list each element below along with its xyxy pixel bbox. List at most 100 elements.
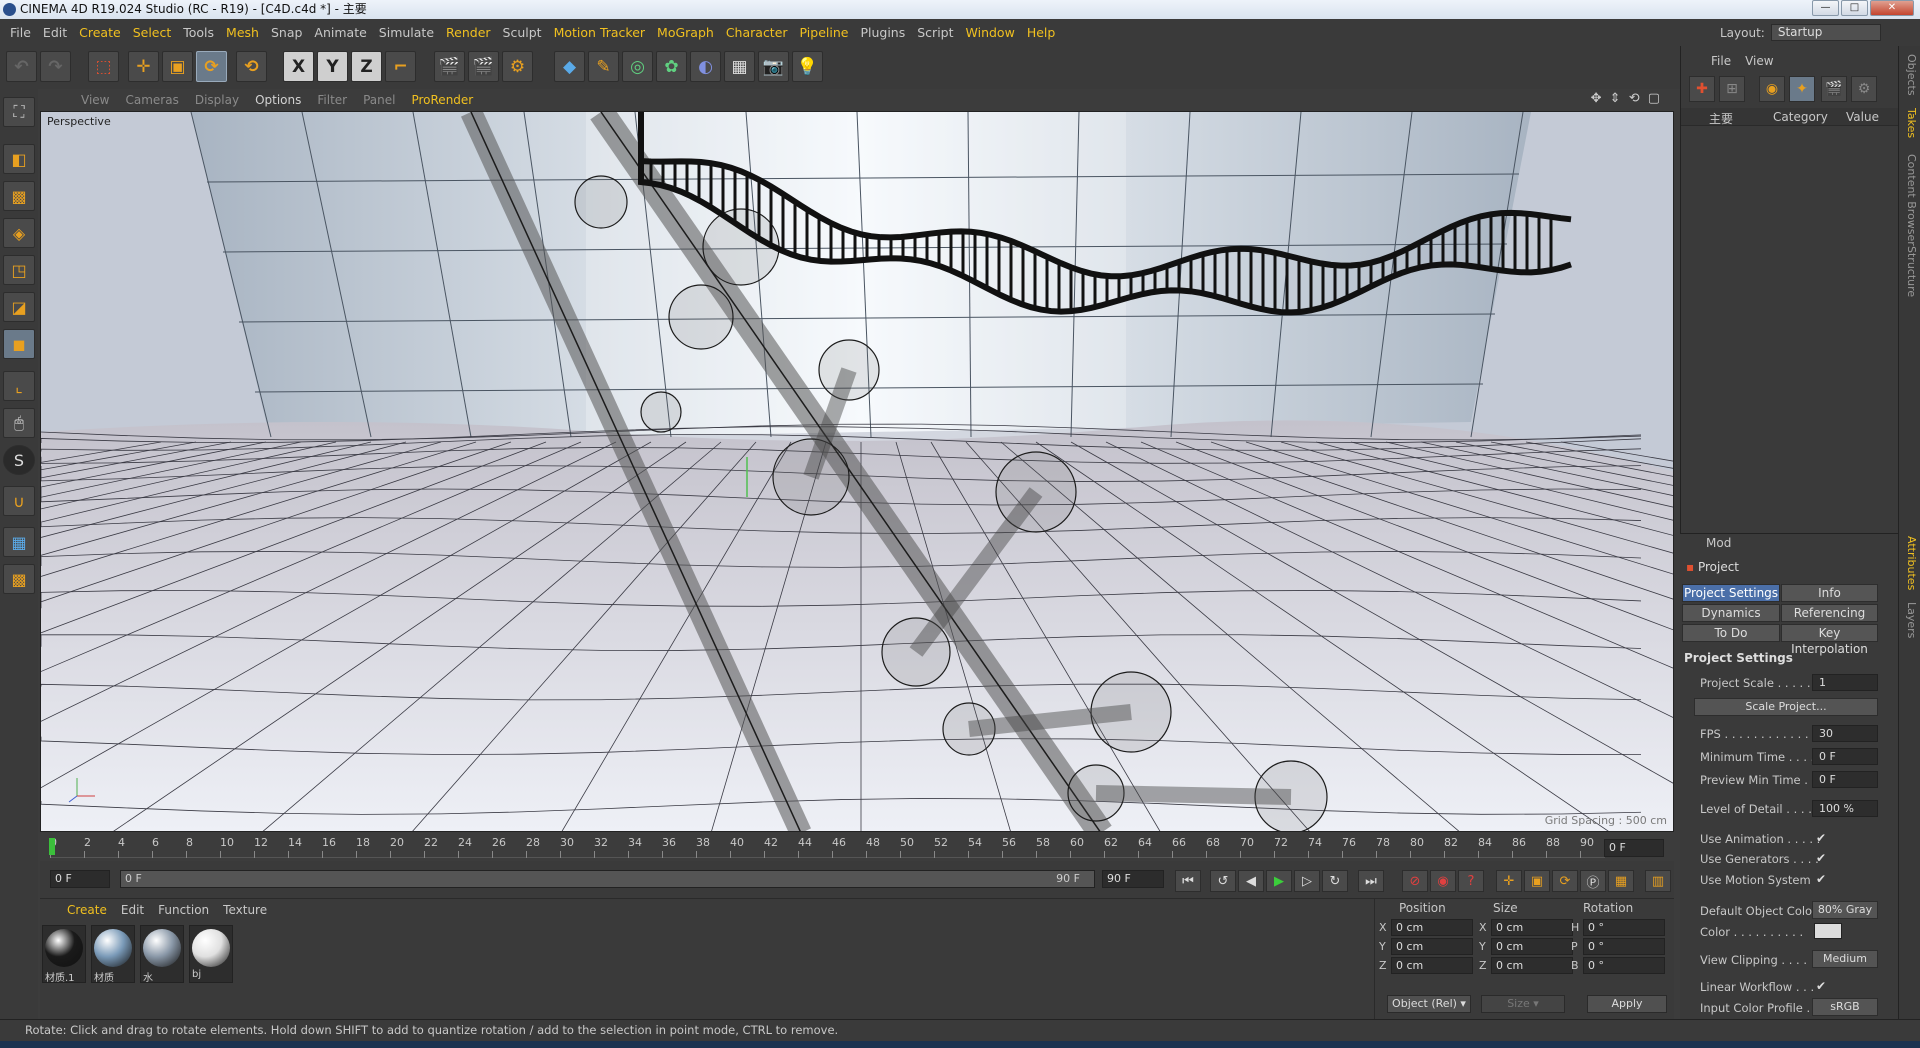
frame-range-slider[interactable]: 0 F 90 F [120, 870, 1095, 888]
start-frame-field[interactable]: 0 F [50, 870, 110, 888]
coordinate-mode-dropdown[interactable]: Object (Rel) ▾ [1387, 995, 1471, 1013]
material-swatch[interactable]: bj [189, 925, 233, 983]
input-color-profile-dropdown[interactable]: sRGB [1812, 998, 1878, 1016]
viewport-menu-filter[interactable]: Filter [309, 93, 355, 107]
color-swatch[interactable] [1814, 923, 1842, 939]
snap-icon[interactable]: ∪ [3, 486, 35, 516]
rotation-field[interactable]: 0 ° [1583, 919, 1665, 936]
menu-character[interactable]: Character [720, 25, 794, 40]
default-object-color-dropdown[interactable]: 80% Gray [1812, 901, 1878, 919]
recent-tools-icon[interactable]: ⟲ [236, 51, 267, 82]
keyframe-selection-icon[interactable]: ? [1458, 870, 1484, 892]
subdivision-icon[interactable]: ◎ [622, 51, 653, 82]
objects-view-menu[interactable]: View [1745, 54, 1773, 68]
position-field[interactable]: 0 cm [1391, 957, 1473, 974]
menu-create[interactable]: Create [73, 25, 127, 40]
viewport-menu-options[interactable]: Options [247, 93, 309, 107]
menu-snap[interactable]: Snap [265, 25, 308, 40]
rotation-field[interactable]: 0 ° [1583, 957, 1665, 974]
menu-tools[interactable]: Tools [177, 25, 220, 40]
x-axis-lock-button[interactable]: X [283, 51, 314, 82]
menu-pipeline[interactable]: Pipeline [794, 25, 855, 40]
light-icon[interactable]: 💡 [792, 51, 823, 82]
tweak-mode-icon[interactable]: 🖱 [3, 408, 35, 438]
record-position-icon[interactable]: ✛ [1496, 870, 1522, 892]
close-button[interactable]: ✕ [1870, 0, 1914, 16]
record-keys-icon[interactable]: ⊘ [1402, 870, 1428, 892]
tab-takes[interactable]: Takes [1901, 108, 1918, 138]
material-menu-texture[interactable]: Texture [216, 903, 274, 917]
timeline[interactable]: 0246810121416182022242628303234363840424… [40, 834, 1674, 861]
fps-field[interactable]: 30 [1812, 725, 1878, 742]
tab-referencing[interactable]: Referencing [1781, 604, 1878, 622]
scale-project-button[interactable]: Scale Project... [1694, 698, 1878, 716]
view-clipping-dropdown[interactable]: Medium [1812, 950, 1878, 968]
move-tool-icon[interactable]: ✛ [128, 51, 159, 82]
position-field[interactable]: 0 cm [1391, 919, 1473, 936]
use-motion-system-checkbox[interactable]: ✔ [1816, 872, 1826, 886]
tab-layers[interactable]: Layers [1901, 602, 1918, 638]
material-swatch[interactable]: 材质.1 [42, 925, 86, 984]
objects-file-menu[interactable]: File [1711, 54, 1731, 68]
record-scale-icon[interactable]: ▣ [1524, 870, 1550, 892]
record-parameter-icon[interactable]: Ⓟ [1580, 870, 1606, 892]
deformer-icon[interactable]: ◐ [690, 51, 721, 82]
timeline-window-icon[interactable]: ▥ [1645, 870, 1671, 892]
make-editable-icon[interactable]: ⛶ [3, 97, 35, 127]
polygons-mode-icon[interactable]: ◼ [3, 329, 35, 359]
material-swatch[interactable]: 水 [140, 925, 184, 984]
camera-icon[interactable]: 📷 [758, 51, 789, 82]
tab-project-settings[interactable]: Project Settings [1682, 584, 1780, 602]
apply-button[interactable]: Apply [1587, 995, 1667, 1013]
viewport-menu-cameras[interactable]: Cameras [117, 93, 186, 107]
size-mode-dropdown[interactable]: Size ▾ [1481, 995, 1565, 1013]
locked-workplane-icon[interactable]: ▩ [3, 564, 35, 594]
menu-motion-tracker[interactable]: Motion Tracker [548, 25, 651, 40]
viewport-menu-prorender[interactable]: ProRender [403, 93, 481, 107]
previous-frame-icon[interactable]: ◀ [1238, 870, 1264, 892]
next-frame-icon[interactable]: ▷ [1294, 870, 1320, 892]
menu-animate[interactable]: Animate [308, 25, 372, 40]
menu-mograph[interactable]: MoGraph [651, 25, 720, 40]
minimum-time-field[interactable]: 0 F [1812, 748, 1878, 765]
points-mode-icon[interactable]: ◳ [3, 255, 35, 285]
next-key-icon[interactable]: ↻ [1322, 870, 1348, 892]
menu-edit[interactable]: Edit [37, 25, 73, 40]
rotate-tool-icon[interactable]: ⟳ [196, 51, 227, 82]
tab-to-do[interactable]: To Do [1682, 624, 1780, 642]
render-view-icon[interactable]: 🎬 [434, 51, 465, 82]
undo-icon[interactable]: ↶ [6, 51, 37, 82]
pen-spline-icon[interactable]: ✎ [588, 51, 619, 82]
material-menu-edit[interactable]: Edit [114, 903, 151, 917]
tab-info[interactable]: Info [1781, 584, 1878, 602]
menu-file[interactable]: File [4, 25, 37, 40]
viewport-menu-display[interactable]: Display [187, 93, 247, 107]
live-selection-icon[interactable]: ⬚ [88, 51, 119, 82]
redo-icon[interactable]: ↷ [40, 51, 71, 82]
preview-min-time-field[interactable]: 0 F [1812, 771, 1878, 788]
lock-override-icon[interactable]: ⚙ [1851, 76, 1877, 102]
menu-sculpt[interactable]: Sculpt [497, 25, 548, 40]
override-icon[interactable]: ✦ [1789, 76, 1815, 102]
tab-structure[interactable]: Structure [1901, 246, 1918, 297]
scale-tool-icon[interactable]: ▣ [162, 51, 193, 82]
render-settings-icon[interactable]: ⚙ [502, 51, 533, 82]
render-picture-viewer-icon[interactable]: 🎬 [468, 51, 499, 82]
record-pla-icon[interactable]: ▦ [1608, 870, 1634, 892]
goto-start-icon[interactable]: ⏮ [1175, 870, 1201, 892]
viewport-menu-panel[interactable]: Panel [355, 93, 403, 107]
use-generators-checkbox[interactable]: ✔ [1816, 851, 1826, 865]
previous-key-icon[interactable]: ↺ [1210, 870, 1236, 892]
tab-dynamics[interactable]: Dynamics [1682, 604, 1780, 622]
tab-content-browser[interactable]: Content Browser [1901, 154, 1918, 246]
menu-plugins[interactable]: Plugins [854, 25, 911, 40]
menu-select[interactable]: Select [127, 25, 178, 40]
linear-workflow-checkbox[interactable]: ✔ [1816, 979, 1826, 993]
menu-render[interactable]: Render [440, 25, 497, 40]
play-icon[interactable]: ▶ [1266, 870, 1292, 892]
project-scale-field[interactable]: 1 [1812, 674, 1878, 691]
axis-mode-icon[interactable]: ⌞ [3, 371, 35, 401]
workplane-mode-icon[interactable]: ◈ [3, 218, 35, 248]
texture-mode-icon[interactable]: ▩ [3, 181, 35, 211]
add-take-icon[interactable]: ✚ [1689, 76, 1715, 102]
